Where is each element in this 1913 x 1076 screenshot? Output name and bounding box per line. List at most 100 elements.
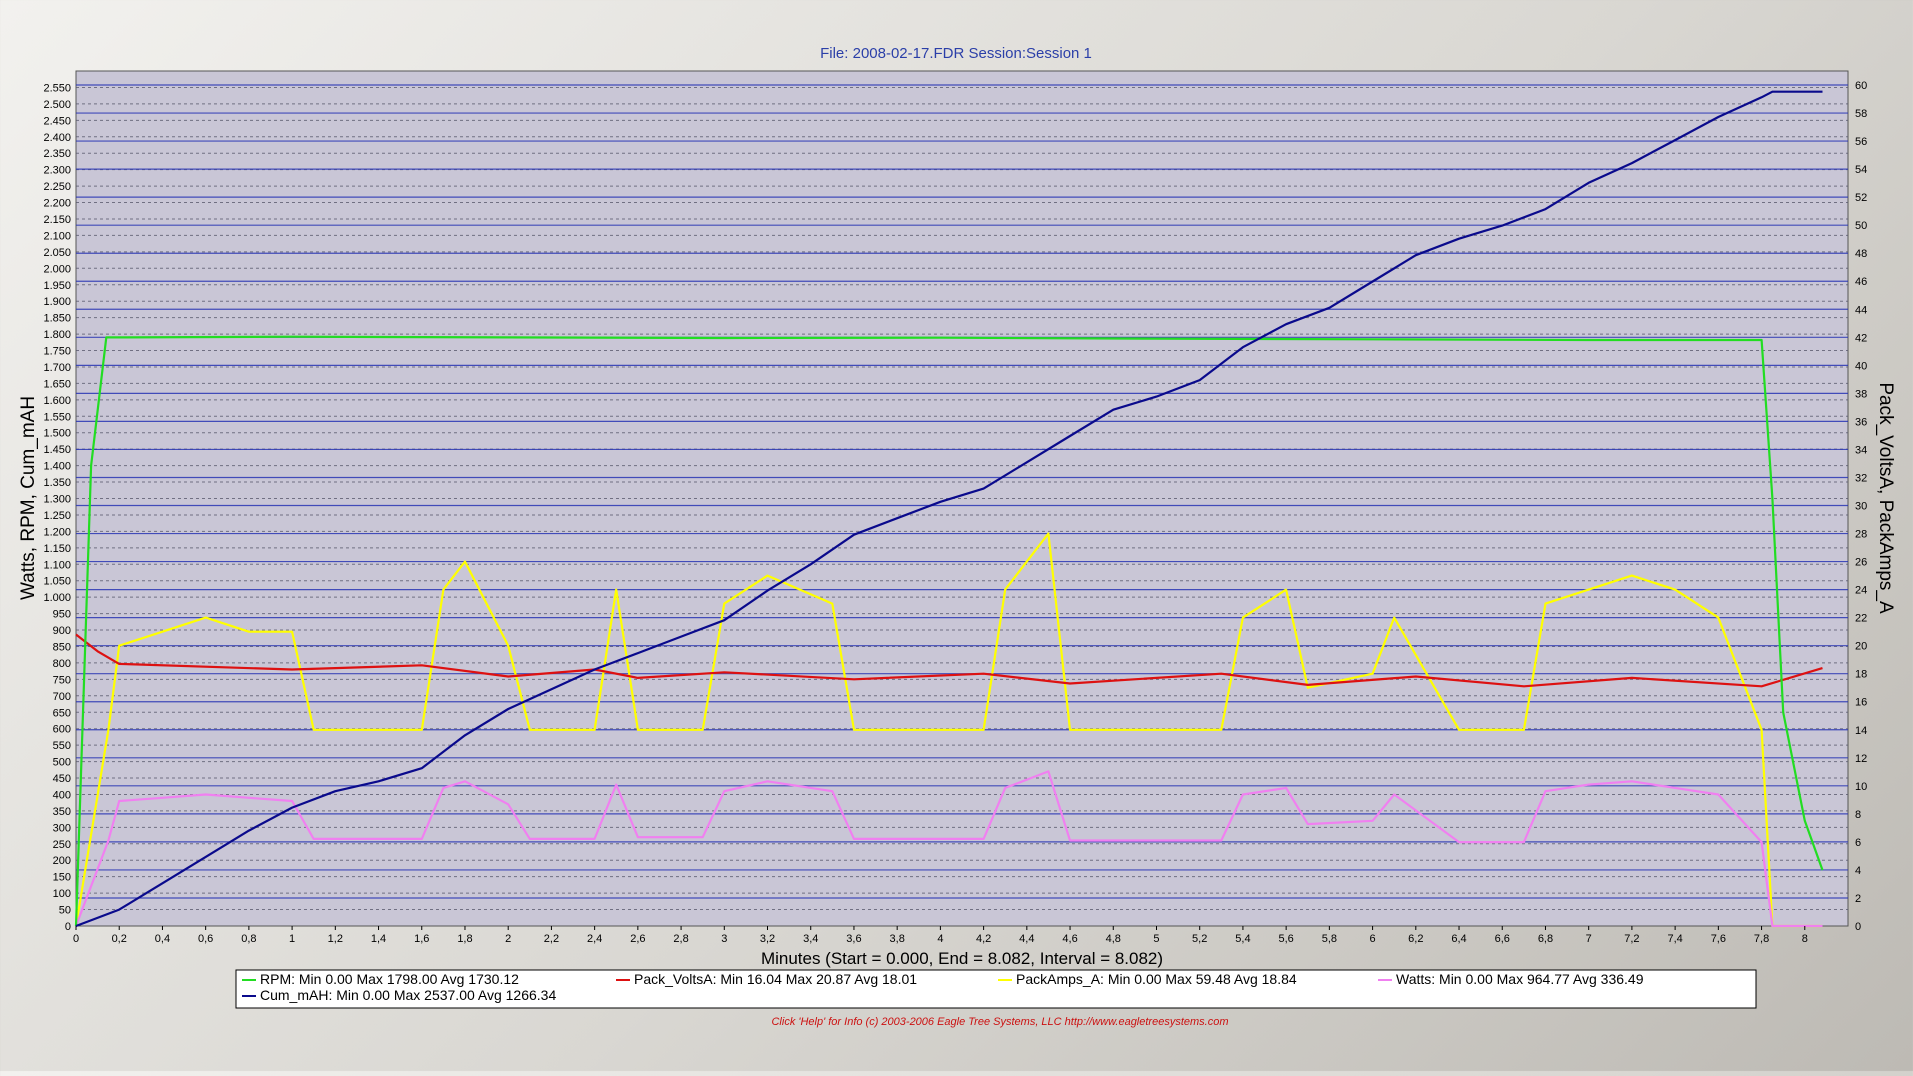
x-tick-label: 6,2 [1408, 933, 1423, 945]
y-left-tick-label: 2.100 [43, 230, 71, 242]
y-left-tick-label: 250 [53, 839, 71, 851]
x-tick-label: 2 [505, 933, 511, 945]
y-left-tick-label: 1.700 [43, 362, 71, 374]
footer-credit: Click 'Help' for Info (c) 2003-2006 Eagl… [771, 1016, 1228, 1028]
y-axis-label-right: Pack_VoltsA, PackAmps_A [1875, 382, 1896, 614]
x-tick-label: 1,2 [328, 933, 343, 945]
y-left-tick-label: 1.050 [43, 576, 71, 588]
legend-entry-rpm: RPM: Min 0.00 Max 1798.00 Avg 1730.12 [260, 971, 519, 987]
x-tick-label: 6,4 [1451, 933, 1466, 945]
y-right-tick-label: 38 [1855, 388, 1867, 400]
y-left-tick-label: 1.600 [43, 395, 71, 407]
x-tick-label: 1,8 [457, 933, 472, 945]
y-right-tick-label: 60 [1855, 80, 1867, 92]
y-right-tick-label: 32 [1855, 472, 1867, 484]
y-left-tick-label: 700 [53, 691, 71, 703]
x-tick-label: 1,6 [414, 933, 429, 945]
x-tick-label: 7,6 [1711, 933, 1726, 945]
y-left-tick-label: 2.200 [43, 198, 71, 210]
y-left-tick-label: 2.450 [43, 115, 71, 127]
legend: RPM: Min 0.00 Max 1798.00 Avg 1730.12 Pac… [235, 969, 1757, 1009]
x-tick-label: 4,2 [976, 933, 991, 945]
x-tick-label: 8 [1802, 933, 1808, 945]
y-left-tick-label: 2.150 [43, 214, 71, 226]
x-tick-label: 5 [1153, 933, 1159, 945]
y-left-tick-label: 850 [53, 641, 71, 653]
x-tick-label: 2,8 [673, 933, 688, 945]
x-tick-label: 0,4 [155, 933, 170, 945]
chart-svg: File: 2008-02-17.FDR Session:Session 1 0… [18, 45, 1896, 1028]
y-right-tick-label: 24 [1855, 585, 1867, 597]
x-tick-label: 0,6 [198, 933, 213, 945]
x-tick-label: 5,4 [1235, 933, 1250, 945]
y-left-tick-label: 300 [53, 822, 71, 834]
x-tick-label: 1,4 [371, 933, 386, 945]
chart-container: File: 2008-02-17.FDR Session:Session 1 0… [0, 0, 1913, 1071]
y-left-tick-label: 550 [53, 740, 71, 752]
y-left-tick-label: 450 [53, 773, 71, 785]
x-tick-label: 3,2 [760, 933, 775, 945]
y-left-tick-label: 1.450 [43, 444, 71, 456]
y-right-tick-label: 52 [1855, 192, 1867, 204]
y-right-tick-label: 46 [1855, 276, 1867, 288]
y-right-tick-label: 12 [1855, 753, 1867, 765]
legend-entry-watts: Watts: Min 0.00 Max 964.77 Avg 336.49 [1396, 971, 1644, 987]
x-tick-label: 0,2 [112, 933, 127, 945]
y-right-tick-label: 34 [1855, 444, 1867, 456]
y-left-tick-label: 0 [65, 921, 71, 933]
y-right-tick-label: 22 [1855, 613, 1867, 625]
x-tick-label: 7,2 [1624, 933, 1639, 945]
y-left-tick-label: 2.000 [43, 263, 71, 275]
y-right-tick-label: 14 [1855, 725, 1867, 737]
x-tick-label: 6,8 [1538, 933, 1553, 945]
x-tick-label: 5,2 [1192, 933, 1207, 945]
y-right-tick-label: 4 [1855, 865, 1861, 877]
x-tick-label: 3,8 [890, 933, 905, 945]
x-tick-label: 4 [937, 933, 943, 945]
legend-entry-pack-voltsa: Pack_VoltsA: Min 16.04 Max 20.87 Avg 18.… [634, 971, 917, 987]
y-left-tick-label: 1.650 [43, 378, 71, 390]
y-left-tick-label: 200 [53, 855, 71, 867]
x-tick-label: 3,4 [803, 933, 818, 945]
y-left-tick-label: 2.550 [43, 82, 71, 94]
y-left-tick-label: 650 [53, 707, 71, 719]
y-left-tick-label: 1.800 [43, 329, 71, 341]
y-right-tick-label: 28 [1855, 529, 1867, 541]
y-left-tick-label: 900 [53, 625, 71, 637]
y-left-tick-label: 1.000 [43, 592, 71, 604]
y-right-tick-label: 26 [1855, 557, 1867, 569]
y-right-tick-label: 40 [1855, 360, 1867, 372]
y-left-tick-label: 2.400 [43, 132, 71, 144]
legend-entry-cum-mah: Cum_mAH: Min 0.00 Max 2537.00 Avg 1266.3… [260, 987, 556, 1003]
y-left-tick-label: 2.300 [43, 165, 71, 177]
x-tick-label: 6,6 [1495, 933, 1510, 945]
y-right-tick-label: 6 [1855, 837, 1861, 849]
y-left-tick-label: 1.900 [43, 296, 71, 308]
y-right-tick-label: 18 [1855, 669, 1867, 681]
y-right-tick-label: 42 [1855, 332, 1867, 344]
y-left-tick-label: 150 [53, 872, 71, 884]
x-axis-label: Minutes (Start = 0.000, End = 8.082, Int… [761, 949, 1163, 968]
y-left-tick-label: 2.050 [43, 247, 71, 259]
y-left-tick-label: 1.350 [43, 477, 71, 489]
x-tick-label: 0 [73, 933, 79, 945]
y-left-tick-label: 400 [53, 789, 71, 801]
x-tick-label: 2,2 [544, 933, 559, 945]
y-left-tick-label: 2.350 [43, 148, 71, 160]
x-tick-label: 0,8 [241, 933, 256, 945]
y-right-tick-label: 10 [1855, 781, 1867, 793]
y-right-tick-label: 54 [1855, 164, 1867, 176]
x-tick-label: 7,4 [1667, 933, 1682, 945]
x-tick-label: 2,4 [587, 933, 602, 945]
x-tick-label: 3,6 [846, 933, 861, 945]
y-left-tick-label: 1.500 [43, 428, 71, 440]
x-tick-label: 3 [721, 933, 727, 945]
y-right-tick-label: 36 [1855, 416, 1867, 428]
y-right-tick-label: 16 [1855, 697, 1867, 709]
x-tick-label: 2,6 [630, 933, 645, 945]
y-left-tick-label: 600 [53, 724, 71, 736]
x-tick-label: 4,8 [1106, 933, 1121, 945]
y-axis-label-left: Watts, RPM, Cum_mAH [18, 396, 39, 600]
y-right-tick-label: 8 [1855, 809, 1861, 821]
y-right-tick-label: 20 [1855, 641, 1867, 653]
